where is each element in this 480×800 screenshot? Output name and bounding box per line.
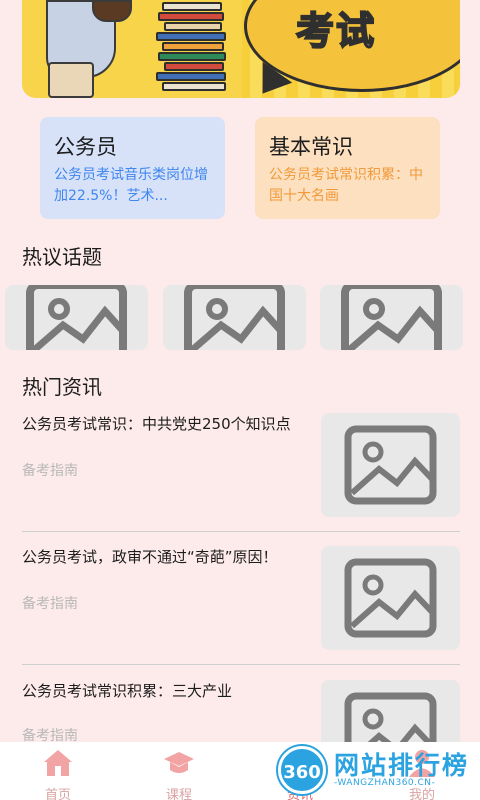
- section-title-topics: 热议话题: [22, 245, 102, 269]
- banner-illustration-chair: [48, 62, 94, 98]
- card-title: 基本常识: [269, 135, 353, 159]
- graduation-cap-icon: [164, 752, 194, 773]
- card-title: 公务员: [54, 135, 117, 159]
- book-stack-item: [158, 12, 224, 21]
- card-civil-servant[interactable]: 公务员 公务员考试音乐类岗位增加22.5%！艺术...: [40, 117, 225, 219]
- card-description: 公务员考试常识积累：中国十大名画: [269, 167, 423, 204]
- watermark-logo: 360: [278, 746, 326, 794]
- image-placeholder-icon: [184, 285, 285, 350]
- nav-label: 首页: [44, 788, 71, 800]
- news-tag: 备考指南: [22, 728, 78, 742]
- banner-illustration-hair: [92, 0, 132, 22]
- book-stack-item: [158, 52, 226, 61]
- image-placeholder-icon: [344, 558, 437, 638]
- news-divider: [22, 664, 460, 665]
- image-placeholder-icon: [344, 692, 437, 742]
- book-stack-item: [164, 62, 224, 71]
- news-item[interactable]: 公务员考试常识积累：三大产业 备考指南: [22, 680, 460, 742]
- nav-item-home[interactable]: 首页: [28, 748, 88, 800]
- news-title: 公务员考试常识：中共党史250个知识点: [22, 415, 291, 433]
- watermark-url: -WANGZHAN360.CN-: [334, 778, 436, 788]
- banner-text: 考试: [295, 7, 377, 54]
- image-placeholder-icon: [26, 285, 127, 350]
- news-item[interactable]: 公务员考试，政审不通过“奇葩”原因！ 备考指南: [22, 546, 460, 650]
- topic-image-placeholder[interactable]: [320, 285, 463, 350]
- section-title-news: 热门资讯: [22, 375, 102, 399]
- news-thumbnail: [321, 680, 460, 742]
- news-thumbnail: [321, 413, 460, 517]
- card-basic-knowledge[interactable]: 基本常识 公务员考试常识积累：中国十大名画: [255, 117, 440, 219]
- book-stack-item: [164, 22, 222, 31]
- top-banner[interactable]: 考试: [22, 0, 460, 98]
- home-icon: [44, 750, 72, 776]
- watermark-name: 网站排行榜: [334, 751, 470, 780]
- news-thumbnail: [321, 546, 460, 650]
- watermark: 360 网站排行榜 -WANGZHAN360.CN-: [270, 740, 480, 800]
- book-stack-item: [162, 42, 224, 51]
- news-title: 公务员考试，政审不通过“奇葩”原因！: [22, 548, 278, 566]
- news-tag: 备考指南: [22, 463, 78, 479]
- nav-item-courses[interactable]: 课程: [149, 748, 209, 800]
- news-title: 公务员考试常识积累：三大产业: [22, 682, 233, 700]
- book-stack-item: [156, 32, 226, 41]
- card-description: 公务员考试音乐类岗位增加22.5%！艺术...: [54, 167, 208, 204]
- news-item[interactable]: 公务员考试常识：中共党史250个知识点 备考指南: [22, 413, 460, 517]
- news-tag: 备考指南: [22, 596, 78, 612]
- book-stack-item: [162, 82, 226, 91]
- topic-image-placeholder[interactable]: [163, 285, 306, 350]
- book-stack-item: [162, 2, 222, 11]
- image-placeholder-icon: [344, 425, 437, 505]
- nav-label: 课程: [165, 788, 192, 800]
- news-divider: [22, 531, 460, 532]
- image-placeholder-icon: [341, 285, 442, 350]
- book-stack-item: [156, 72, 226, 81]
- topic-image-placeholder[interactable]: [5, 285, 148, 350]
